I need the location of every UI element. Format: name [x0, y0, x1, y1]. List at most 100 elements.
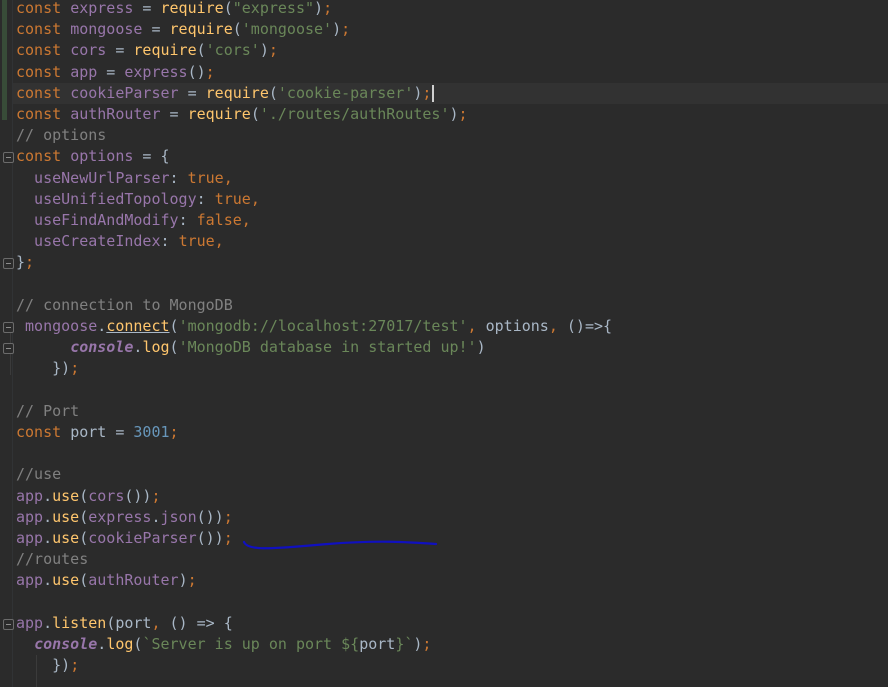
code-line[interactable]: });	[16, 655, 79, 676]
code-line[interactable]: // Port	[16, 401, 79, 422]
code-token: 'MongoDB database in started up!'	[178, 338, 477, 357]
code-token: ()	[187, 62, 206, 81]
code-token: connect	[106, 317, 170, 335]
code-token: // Port	[16, 401, 80, 420]
code-token: ;	[223, 507, 233, 526]
code-line[interactable]: const app = express();	[16, 62, 215, 83]
code-token: ;	[70, 656, 80, 675]
code-token: ())	[196, 507, 224, 526]
code-token: ;	[268, 41, 278, 60]
code-token: app	[16, 486, 44, 505]
code-line[interactable]: console.log(`Server is up on port ${port…	[16, 634, 431, 655]
code-token: ;	[205, 62, 215, 81]
code-line[interactable]: //routes	[16, 549, 88, 570]
fold-icon[interactable]	[3, 152, 14, 164]
vcs-change-marker[interactable]	[2, 0, 7, 120]
code-token: .	[43, 486, 53, 505]
code-token: options	[485, 317, 549, 335]
code-token: "express"	[232, 0, 315, 17]
fold-icon[interactable]	[3, 343, 14, 355]
code-token: app	[16, 529, 44, 547]
code-token: require	[133, 41, 197, 60]
code-token: 3001	[133, 423, 170, 441]
code-token: //use	[16, 465, 62, 484]
code-token: (	[79, 486, 89, 505]
code-token: require	[169, 20, 233, 39]
code-token: ,	[241, 211, 251, 229]
code-line[interactable]: const port = 3001;	[16, 422, 179, 443]
code-token: =	[133, 0, 161, 17]
code-token: './routes/authRoutes'	[259, 105, 450, 123]
code-token: =	[160, 105, 188, 123]
code-line[interactable]: useFindAndModify: false,	[16, 210, 251, 231]
code-line[interactable]: //use	[16, 464, 61, 485]
code-line[interactable]: console.log('MongoDB database in started…	[16, 337, 486, 358]
code-line[interactable]: // options	[16, 125, 106, 146]
code-token: .	[43, 507, 53, 526]
code-line[interactable]: app.use(express.json());	[16, 507, 233, 528]
code-token: cors	[88, 486, 125, 505]
code-token: true	[178, 232, 215, 251]
code-line[interactable]: useUnifiedTopology: true,	[16, 189, 260, 210]
code-token: use	[52, 571, 80, 590]
code-token: port	[115, 613, 152, 632]
code-token: ,	[223, 168, 233, 187]
code-line[interactable]: app.use(cors());	[16, 486, 161, 507]
code-token: cookieParser	[88, 529, 197, 547]
code-token: 'cors'	[205, 41, 260, 60]
code-token: console	[34, 635, 98, 653]
code-line[interactable]: app.listen(port, () => {	[16, 613, 233, 634]
code-line[interactable]: const options = {	[16, 146, 170, 167]
code-token: require	[187, 105, 251, 123]
hand-drawn-underline	[242, 540, 438, 550]
code-line[interactable]: });	[16, 358, 79, 379]
code-token: .	[97, 317, 107, 335]
code-line[interactable]: useNewUrlParser: true,	[16, 168, 233, 189]
fold-icon[interactable]	[3, 258, 14, 270]
code-token: useUnifiedTopology	[16, 189, 197, 208]
code-token: express	[70, 0, 134, 17]
code-token: }`	[395, 635, 414, 653]
code-token: )	[476, 338, 486, 357]
code-token: (	[169, 338, 179, 357]
code-token: ;	[341, 20, 351, 39]
fold-icon[interactable]	[3, 618, 14, 630]
code-token: ;	[70, 359, 80, 378]
code-line[interactable]: };	[16, 252, 34, 273]
code-editor[interactable]: const express = require("express"); const…	[0, 0, 888, 687]
code-token: (	[169, 317, 179, 335]
code-line[interactable]: const mongoose = require('mongoose');	[16, 19, 350, 40]
code-token: =	[178, 83, 206, 102]
code-token: port	[70, 423, 107, 441]
code-token: :	[196, 189, 215, 208]
code-line[interactable]: mongoose.connect('mongodb://localhost:27…	[16, 316, 612, 337]
code-line[interactable]: // connection to MongoDB	[16, 295, 233, 316]
code-token: ())	[124, 486, 152, 505]
code-line[interactable]: app.use(cookieParser());	[16, 528, 233, 549]
code-token: ;	[151, 486, 161, 505]
code-token: mongoose	[70, 20, 143, 39]
code-line[interactable]: const express = require("express");	[16, 0, 332, 19]
code-token: =	[106, 41, 134, 60]
indent-guide	[36, 655, 37, 687]
code-line[interactable]: const cookieParser = require('cookie-par…	[13, 82, 888, 104]
code-token: (	[232, 20, 242, 39]
code-token: app	[70, 62, 98, 81]
code-token: //routes	[16, 550, 89, 569]
code-line[interactable]: const authRouter = require('./routes/aut…	[16, 104, 468, 125]
code-token: (	[223, 0, 233, 17]
code-token: // options	[16, 126, 107, 145]
code-token: ,	[250, 189, 260, 208]
fold-icon[interactable]	[3, 322, 14, 333]
code-token: =	[97, 62, 125, 81]
code-line[interactable]: useCreateIndex: true,	[16, 231, 224, 252]
code-line[interactable]: const cors = require('cors');	[16, 40, 278, 61]
code-token: listen	[52, 613, 107, 632]
code-token: )	[259, 41, 269, 60]
code-token: (	[250, 105, 260, 123]
code-token: 'cookie-parser'	[277, 83, 414, 102]
code-token: )	[314, 0, 324, 17]
code-line[interactable]: app.use(authRouter);	[16, 570, 197, 591]
code-token: express	[88, 507, 152, 526]
